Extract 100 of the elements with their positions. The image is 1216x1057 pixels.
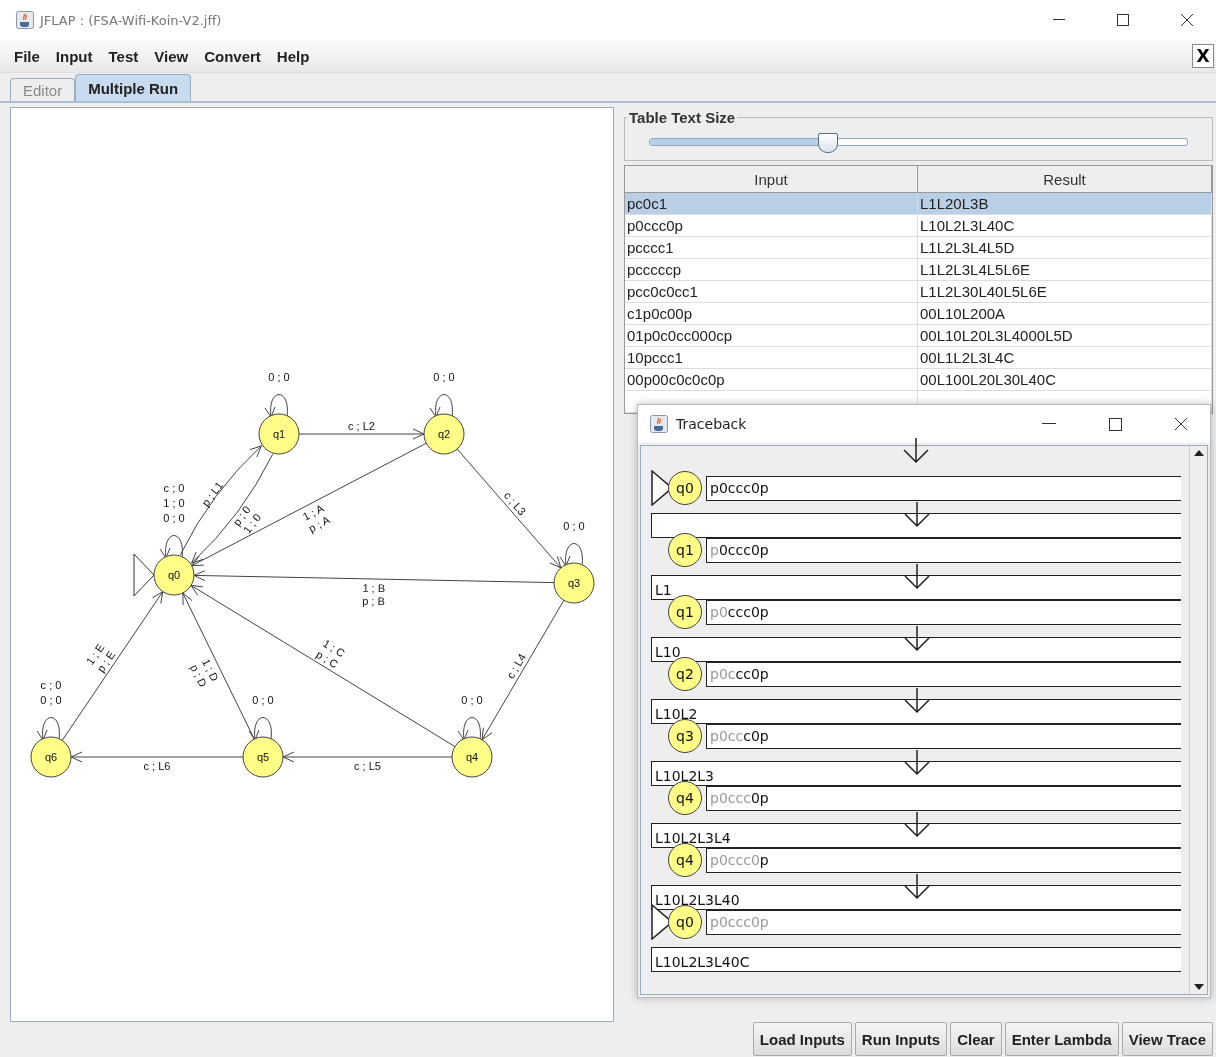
table-cell: L10L2L3L40C: [918, 215, 1212, 236]
menu-item[interactable]: Test: [100, 47, 147, 65]
group-title: Table Text Size: [628, 109, 737, 126]
column-header[interactable]: Input: [625, 166, 918, 192]
action-button[interactable]: Clear: [950, 1022, 1002, 1056]
self-loop-arrow: [264, 394, 288, 418]
table-cell: pcc0c0cc1: [625, 281, 918, 302]
action-button[interactable]: Load Inputs: [752, 1022, 852, 1056]
table-row[interactable]: c1p0c00p 00L10L200A: [625, 303, 1212, 325]
table-cell: 10pccc1: [625, 347, 918, 368]
state-label: q4: [465, 751, 479, 763]
state-label: q1: [272, 428, 286, 440]
transition-label: 0 ; 0: [252, 694, 274, 706]
transition-label: 0 ; 0: [461, 694, 483, 706]
window-title: JFLAP : (FSA-Wifi-Koin-V2.jff): [40, 12, 223, 28]
table-cell: pcccccp: [625, 259, 918, 280]
state-node: q0: [668, 471, 702, 505]
transition-label: c ; L2: [348, 420, 375, 432]
state-label: q3: [567, 577, 581, 589]
state-node: q4: [668, 843, 702, 877]
transition-label: 0 ; 0: [163, 512, 185, 524]
close-tab-button[interactable]: X: [1192, 44, 1214, 68]
table-row[interactable]: 00p00c0c0c0p 00L100L20L30L40C: [625, 369, 1212, 391]
table-row[interactable]: pcccccp L1L2L3L4L5L6E: [625, 259, 1212, 281]
table-cell: L1L20L3B: [918, 193, 1212, 214]
transition-label: p ; 0: [230, 503, 253, 528]
input-tape: p0ccc0p: [706, 785, 1181, 811]
state-node: q1: [668, 595, 702, 629]
table-row[interactable]: pc0c1 L1L20L3B: [625, 193, 1212, 215]
tab[interactable]: Multiple Run: [75, 74, 192, 101]
table-cell: 00L10L200A: [918, 303, 1212, 324]
action-button[interactable]: View Trace: [1121, 1022, 1213, 1056]
transition-label: p ; B: [362, 594, 385, 608]
scroll-down-icon[interactable]: [1193, 984, 1204, 990]
self-loop-arrow: [559, 543, 583, 567]
output-text: L10L2L3L40C: [655, 953, 750, 971]
self-loop-arrow: [457, 717, 481, 741]
table-cell: 00L1L2L3L4C: [918, 347, 1212, 368]
table-cell: 00L100L20L30L40C: [918, 369, 1212, 390]
input-tape: p0ccc0p: [706, 847, 1181, 873]
table-cell: 00p00c0c0c0p: [625, 369, 918, 390]
transition-label: p ; L1: [199, 479, 226, 509]
table-cell: pc0c1: [625, 193, 918, 214]
menu-item[interactable]: Convert: [196, 47, 269, 65]
table-row[interactable]: 01p0c0cc000cp 00L10L20L3L4000L5D: [625, 325, 1212, 347]
transition-label: c ; L6: [143, 760, 171, 772]
table-row[interactable]: pcc0c0cc1 L1L2L30L40L5L6E: [625, 281, 1212, 303]
menu-item[interactable]: Help: [268, 47, 318, 65]
transition-label: c ; L4: [504, 651, 529, 681]
state-node: q2: [668, 657, 702, 691]
state-label: q6: [44, 751, 58, 763]
scroll-up-icon[interactable]: [1193, 450, 1204, 456]
input-tape: p0ccc0p: [706, 475, 1181, 501]
state-node: q0: [668, 905, 702, 939]
self-loop-arrow: [159, 535, 183, 559]
self-loop-arrow: [36, 717, 60, 741]
slider-thumb[interactable]: [818, 133, 839, 153]
window-title: Traceback: [676, 416, 748, 432]
table-cell: L1L2L30L40L5L6E: [918, 281, 1212, 302]
input-tape: p0ccc0p: [706, 909, 1181, 935]
menu-item[interactable]: File: [6, 47, 48, 65]
self-loop-arrow: [429, 394, 453, 418]
state-node: q3: [668, 719, 702, 753]
transition-label: 0 ; 0: [563, 520, 585, 532]
state-node: q4: [668, 781, 702, 815]
state-node: [153, 554, 195, 596]
transition-label: 1 ; B: [362, 581, 386, 595]
input-tape: p0ccc0p: [706, 661, 1181, 687]
self-loop-arrow: [248, 717, 272, 741]
transition-label: c ; 0: [163, 482, 185, 494]
state-node: q1: [668, 533, 702, 567]
table-cell: 01p0c0cc000cp: [625, 325, 918, 346]
input-tape: p0ccc0p: [706, 599, 1181, 625]
action-button[interactable]: Enter Lambda: [1004, 1022, 1119, 1056]
table-row[interactable]: p0ccc0p L10L2L3L40C: [625, 215, 1212, 237]
table-cell: L1L2L3L4L5L6E: [918, 259, 1212, 280]
java-cup-icon: [16, 11, 34, 29]
input-tape: p0ccc0p: [706, 723, 1181, 749]
state-label: q5: [256, 751, 270, 763]
transition-label: 0 ; 0: [268, 371, 290, 383]
table-row[interactable]: 10pccc1 00L1L2L3L4C: [625, 347, 1212, 369]
state-label: q0: [167, 569, 181, 581]
menu-item[interactable]: View: [146, 47, 197, 65]
menu-item[interactable]: Input: [47, 47, 101, 65]
transition-label: c ; L5: [354, 760, 381, 772]
transition-label: 0 ; 0: [40, 694, 62, 706]
transition-label: 1 ; 0: [163, 497, 185, 509]
table-cell: 00L10L20L3L4000L5D: [918, 325, 1212, 346]
column-header[interactable]: Result: [918, 166, 1212, 192]
scrollbar[interactable]: [1189, 446, 1207, 994]
table-cell: p0ccc0p: [625, 215, 918, 236]
transition-label: c ; 0: [40, 679, 62, 691]
java-cup-icon: [650, 415, 668, 433]
down-arrow-icon: [901, 438, 931, 464]
state-label: q2: [437, 428, 451, 440]
input-tape: p0ccc0p: [706, 537, 1181, 563]
table-cell: L1L2L3L4L5D: [918, 237, 1212, 258]
table-row[interactable]: pcccc1 L1L2L3L4L5D: [625, 237, 1212, 259]
action-button[interactable]: Run Inputs: [854, 1022, 948, 1056]
transition-label: c ; L3: [501, 489, 529, 518]
